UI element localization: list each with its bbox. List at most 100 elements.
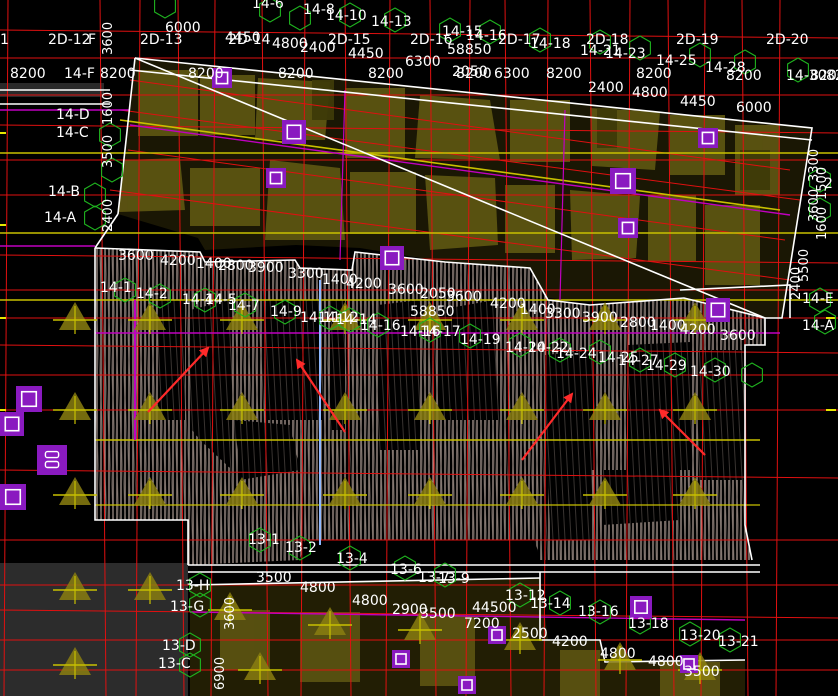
drawing-label: 8200 <box>10 66 46 82</box>
drawing-label: 4800 <box>352 593 388 609</box>
drawing-label: 14-A <box>44 210 77 226</box>
drawing-label: 58850 <box>410 304 455 320</box>
drawing-label: 14-F <box>64 66 95 82</box>
drawing-label: 14-18 <box>530 36 571 52</box>
drawing-label: 14-16 <box>360 318 401 334</box>
drawing-label: 14-1 <box>100 280 132 296</box>
drawing-label: 13-16 <box>578 604 619 620</box>
drawing-label: 4800 <box>632 85 668 101</box>
drawing-label: 3300 <box>288 266 324 282</box>
drawing-label: 3500 <box>684 664 720 680</box>
drawing-label: 13-9 <box>438 571 470 587</box>
drawing-label: 4200 <box>346 276 382 292</box>
drawing-label: 6000 <box>165 20 201 36</box>
drawing-label: 14-6 <box>252 0 284 12</box>
drawing-label: 14-9 <box>270 304 302 320</box>
drawing-label: 2400 <box>588 80 624 96</box>
drawing-label: 3600 <box>118 248 154 264</box>
drawing-label: 13-C <box>158 656 191 672</box>
drawing-label: 6000 <box>736 100 772 116</box>
drawing-label: 4800 <box>600 646 636 662</box>
square-column-icon <box>37 445 67 475</box>
drawing-label: 4450 <box>225 30 261 46</box>
drawing-label: 14-7 <box>228 298 260 314</box>
drawing-label: 3900 <box>582 310 618 326</box>
drawing-label: 14-24 <box>556 346 597 362</box>
square-column-icon <box>266 168 286 188</box>
drawing-label: 3500 <box>256 570 292 586</box>
drawing-label: 13-18 <box>628 616 669 632</box>
drawing-label: 4800 <box>648 654 684 670</box>
drawing-label: 3300 <box>545 306 581 322</box>
drawing-label: 8200 <box>188 66 224 82</box>
drawing-label: 7200 <box>464 616 500 632</box>
drawing-label: 3500 <box>420 606 456 622</box>
drawing-label: 14-D <box>56 107 90 123</box>
square-column-icon <box>610 168 636 194</box>
drawing-label: 44500 <box>472 600 517 616</box>
drawing-label: 3900 <box>248 260 284 276</box>
drawing-label: 5500 <box>797 249 812 282</box>
drawing-label: 13-20 <box>680 628 721 644</box>
drawing-label: 14-17 <box>420 324 461 340</box>
drawing-label: 4800 <box>300 580 336 596</box>
drawing-label: 14-10 <box>326 8 367 24</box>
drawing-label: 6300 <box>405 54 441 70</box>
square-column-icon <box>16 386 42 412</box>
square-column-icon <box>0 412 24 436</box>
drawing-label: 2500 <box>512 626 548 642</box>
drawing-label: 4450 <box>680 94 716 110</box>
square-column-icon <box>618 218 638 238</box>
drawing-label: 1 <box>0 32 9 48</box>
drawing-label: 4450 <box>348 46 384 62</box>
drawing-label: 1600 <box>101 92 116 125</box>
drawing-label: 3600 <box>388 282 424 298</box>
drawing-label: 3600 <box>101 22 116 55</box>
square-column-icon <box>380 246 404 270</box>
drawing-label: 13-G <box>170 599 204 615</box>
drawing-label: 8200 <box>456 66 492 82</box>
drawing-label: 4200 <box>160 253 196 269</box>
drawing-label: 82 <box>826 68 838 84</box>
square-column-icon <box>282 120 306 144</box>
drawing-label: 8200 <box>368 66 404 82</box>
drawing-label: 14-19 <box>460 332 501 348</box>
drawing-label: 13-1 <box>248 532 280 548</box>
drawing-label: 14-B <box>48 184 80 200</box>
drawing-label: 13-2 <box>285 540 317 556</box>
drawing-label: 2400 <box>101 199 116 232</box>
drawing-label: 14-23 <box>605 46 646 62</box>
drawing-label: 14-13 <box>371 14 412 30</box>
square-column-icon <box>0 484 26 510</box>
drawing-label: 6900 <box>213 657 228 690</box>
drawing-label: 8200 <box>546 66 582 82</box>
square-column-icon <box>706 298 730 322</box>
square-column-icon <box>458 676 476 694</box>
drawing-label: 14-30 <box>690 364 731 380</box>
cad-drawing-canvas[interactable]: 1 2D-12F 2D-13 2D-14 2D-15 2D-16 2D-17 2D-18 2D-… <box>0 0 838 696</box>
drawing-label: 14-C <box>56 125 89 141</box>
drawing-label: 58850 <box>447 42 492 58</box>
square-column-icon <box>630 596 652 618</box>
drawing-label: 8200 <box>726 68 762 84</box>
drawing-label: 14-2 <box>136 286 168 302</box>
drawing-label: 3500 <box>101 135 116 168</box>
drawing-label: 14-A <box>802 318 835 334</box>
drawing-label: 13-4 <box>336 551 368 567</box>
square-column-icon <box>698 128 718 148</box>
drawing-label: 14-E <box>802 291 834 307</box>
drawing-label: 8200 <box>278 66 314 82</box>
drawing-label: 8200 <box>636 66 672 82</box>
drawing-label: 13-21 <box>718 634 759 650</box>
drawing-label: 2D-12 <box>48 32 91 48</box>
drawing-label: 1600 <box>815 207 830 240</box>
drawing-label: F <box>88 32 96 48</box>
drawing-label: 13-D <box>162 638 196 654</box>
drawing-label: 6300 <box>494 66 530 82</box>
drawing-label: 4200 <box>680 322 716 338</box>
drawing-label: 3600 <box>446 289 482 305</box>
drawing-label: 13-14 <box>530 596 571 612</box>
square-column-icon <box>392 650 410 668</box>
drawing-label: 4200 <box>552 634 588 650</box>
drawing-label: 3600 <box>720 328 756 344</box>
